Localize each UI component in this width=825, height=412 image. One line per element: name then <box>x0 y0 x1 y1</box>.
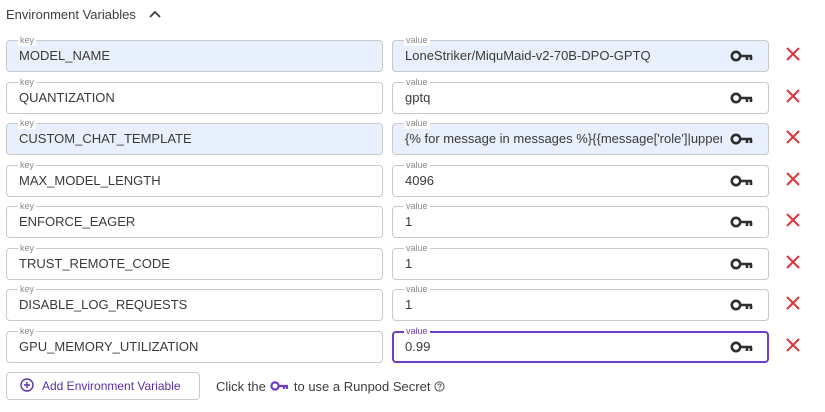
close-icon[interactable] <box>784 170 802 188</box>
env-var-row: key CUSTOM_CHAT_TEMPLATE value {% for messa… <box>6 117 816 157</box>
env-key-field[interactable]: key TRUST_REMOTE_CODE <box>6 242 383 280</box>
key-icon[interactable] <box>730 298 754 312</box>
env-value-field[interactable]: value 1 <box>392 283 769 321</box>
env-value-text[interactable]: 1 <box>405 207 722 237</box>
env-key-field[interactable]: key CUSTOM_CHAT_TEMPLATE <box>6 117 383 155</box>
section-title: Environment Variables <box>6 6 136 22</box>
key-icon[interactable] <box>730 340 754 354</box>
env-key-field[interactable]: key ENFORCE_EAGER <box>6 200 383 238</box>
env-key-field[interactable]: key QUANTIZATION <box>6 76 383 114</box>
env-key-text[interactable]: CUSTOM_CHAT_TEMPLATE <box>19 124 372 154</box>
env-value-text[interactable]: 1 <box>405 249 722 279</box>
env-value-text[interactable]: 4096 <box>405 166 722 196</box>
close-icon[interactable] <box>784 128 802 146</box>
env-value-text[interactable]: LoneStriker/MiquMaid-v2-70B-DPO-GPTQ <box>405 41 722 71</box>
key-icon[interactable] <box>730 257 754 271</box>
secret-hint: Click the to use a Runpod Secret <box>216 376 449 396</box>
key-icon <box>270 381 290 391</box>
env-var-row: key MODEL_NAME value LoneStriker/MiquMaid-v… <box>6 34 816 74</box>
env-key-text[interactable]: ENFORCE_EAGER <box>19 207 372 237</box>
close-icon[interactable] <box>784 253 802 271</box>
env-value-field[interactable]: value gptq <box>392 76 769 114</box>
env-key-text[interactable]: DISABLE_LOG_REQUESTS <box>19 290 372 320</box>
env-key-text[interactable]: TRUST_REMOTE_CODE <box>19 249 372 279</box>
env-var-row: key MAX_MODEL_LENGTH value 4096 <box>6 159 816 199</box>
env-value-field[interactable]: value LoneStriker/MiquMaid-v2-70B-DPO-GPT… <box>392 34 769 72</box>
env-key-field[interactable]: key MODEL_NAME <box>6 34 383 72</box>
key-icon[interactable] <box>730 215 754 229</box>
close-icon[interactable] <box>784 87 802 105</box>
env-var-row: key TRUST_REMOTE_CODE value 1 <box>6 242 816 282</box>
hint-text-after: to use a Runpod Secret <box>293 378 431 394</box>
env-var-row: key DISABLE_LOG_REQUESTS value 1 <box>6 283 816 323</box>
env-key-text[interactable]: MODEL_NAME <box>19 41 372 71</box>
close-icon[interactable] <box>784 211 802 229</box>
env-var-row: key GPU_MEMORY_UTILIZATION value 0.99 <box>6 325 816 365</box>
env-key-field[interactable]: key GPU_MEMORY_UTILIZATION <box>6 325 383 363</box>
close-icon[interactable] <box>784 294 802 312</box>
help-circle-icon[interactable] <box>434 380 446 392</box>
env-key-text[interactable]: QUANTIZATION <box>19 83 372 113</box>
close-icon[interactable] <box>784 45 802 63</box>
env-key-text[interactable]: GPU_MEMORY_UTILIZATION <box>19 332 372 362</box>
env-value-field[interactable]: value 4096 <box>392 159 769 197</box>
chevron-up-icon[interactable] <box>148 7 162 21</box>
key-icon[interactable] <box>730 91 754 105</box>
env-value-field[interactable]: value 1 <box>392 200 769 238</box>
env-var-row: key QUANTIZATION value gptq <box>6 76 816 116</box>
plus-circle-icon <box>20 377 34 395</box>
close-icon[interactable] <box>784 336 802 354</box>
env-value-field[interactable]: value 0.99 <box>392 325 769 363</box>
env-key-field[interactable]: key MAX_MODEL_LENGTH <box>6 159 383 197</box>
env-value-field[interactable]: value {% for message in messages %}{{mess… <box>392 117 769 155</box>
hint-text-before: Click the <box>216 378 266 394</box>
env-value-text[interactable]: 0.99 <box>405 332 721 362</box>
add-button-label: Add Environment Variable <box>42 379 181 393</box>
key-icon[interactable] <box>730 132 754 146</box>
env-vars-header[interactable]: Environment Variables <box>6 4 162 24</box>
key-icon[interactable] <box>730 174 754 188</box>
add-environment-variable-button[interactable]: Add Environment Variable <box>6 372 200 400</box>
env-key-text[interactable]: MAX_MODEL_LENGTH <box>19 166 372 196</box>
key-icon[interactable] <box>730 49 754 63</box>
env-value-text[interactable]: {% for message in messages %}{{message['… <box>405 124 722 154</box>
env-value-field[interactable]: value 1 <box>392 242 769 280</box>
env-var-row: key ENFORCE_EAGER value 1 <box>6 200 816 240</box>
env-value-text[interactable]: gptq <box>405 83 722 113</box>
env-key-field[interactable]: key DISABLE_LOG_REQUESTS <box>6 283 383 321</box>
env-value-text[interactable]: 1 <box>405 290 722 320</box>
